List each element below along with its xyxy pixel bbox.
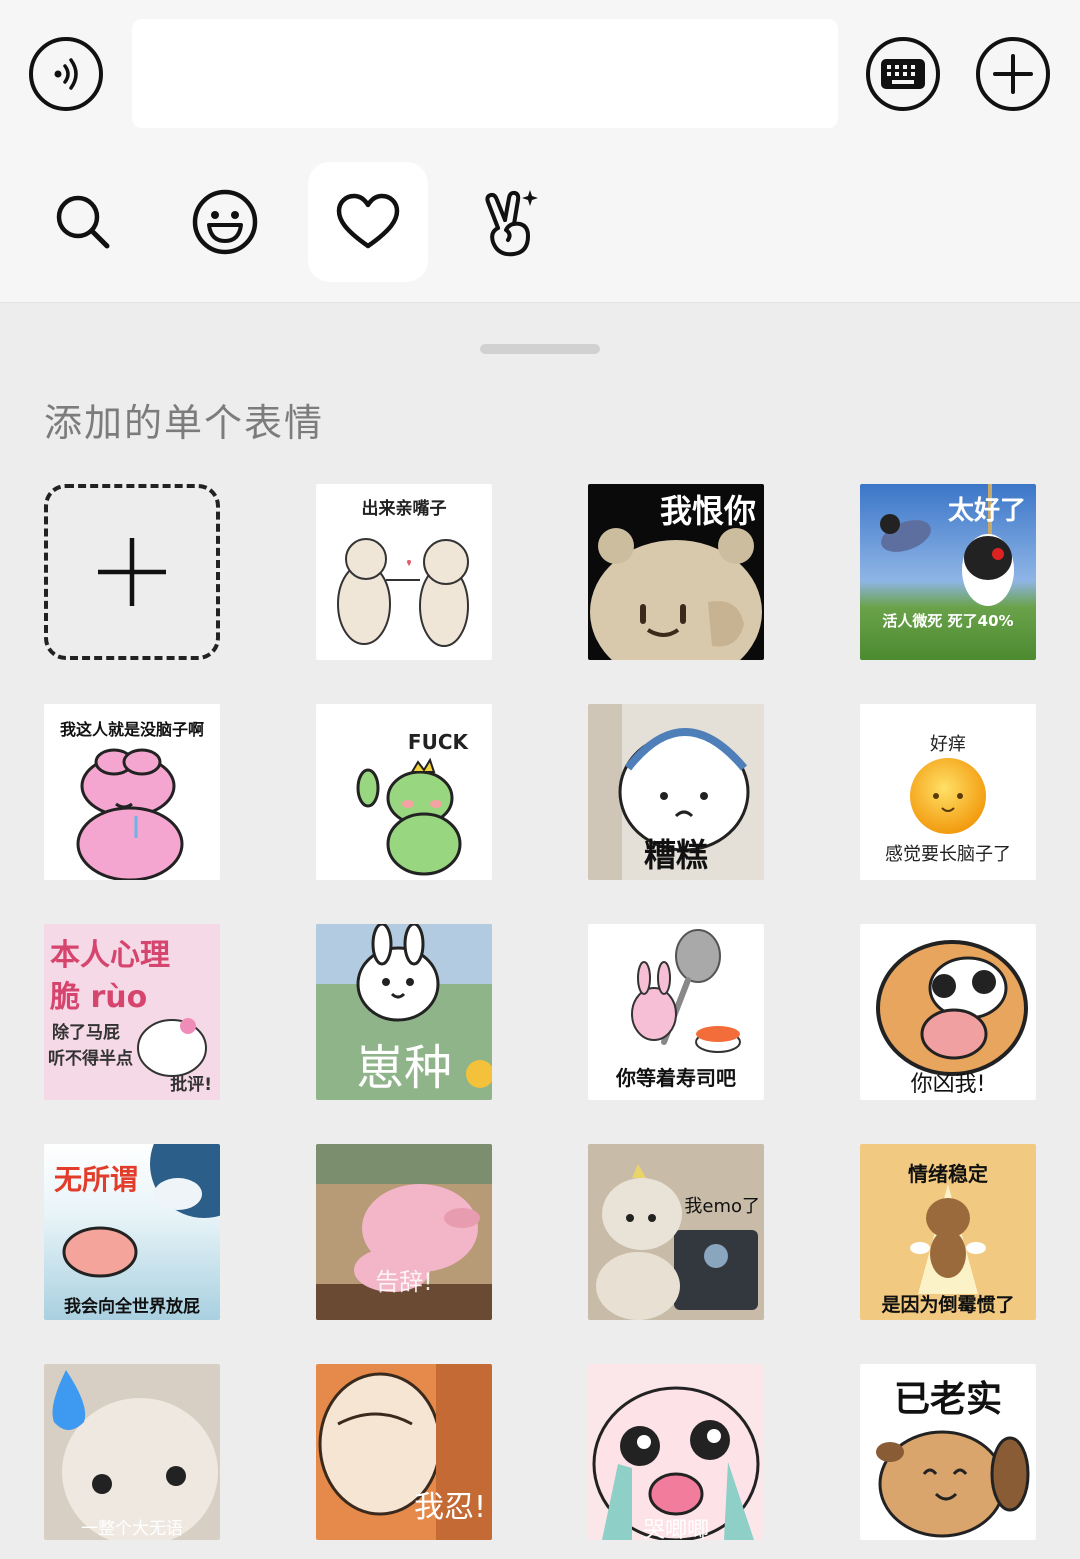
heart-icon [336,193,400,249]
sticker-caption: 你凶我! [910,1072,986,1097]
sticker-caption: 我emo了 [684,1196,760,1217]
voice-input-button[interactable] [29,37,103,111]
sticker-caption: FUCK [407,730,468,754]
sticker-caption: 无所谓 [54,1163,139,1196]
tab-emoji[interactable] [165,162,285,282]
sticker-no-brain[interactable]: 我这人就是没脑子啊 [44,704,220,880]
sticker-tab-bar [0,150,1080,303]
smiley-icon [192,189,258,255]
sticker-cry[interactable]: 哭唧唧 [588,1364,764,1540]
sticker-farewell[interactable]: 告辞! [316,1144,492,1320]
sticker-brat[interactable]: 崽种 [316,924,492,1100]
sticker-frog[interactable]: FUCK [316,704,492,880]
sticker-caption: 告辞! [375,1268,433,1296]
sticker-kiss[interactable]: 出来亲嘴子 [316,484,492,660]
voice-icon [54,58,78,90]
sticker-caption: 你等着寿司吧 [616,1066,736,1090]
plus-icon [993,54,1033,94]
tab-search[interactable] [23,162,143,282]
more-button[interactable] [976,37,1050,111]
sticker-caption-3: 除了马屁 [52,1023,120,1043]
sticker-caption: 崽种 [355,1040,452,1096]
sticker-speechless[interactable]: 一整个大无语 [44,1364,220,1540]
sticker-caption: 我恨你 [659,492,756,530]
sticker-caption: 我这人就是没脑子啊 [59,720,204,739]
sticker-caption: 已老实 [893,1379,1002,1420]
sticker-caption-5: 批评! [170,1075,212,1095]
sticker-caption: 一整个大无语 [81,1519,183,1539]
add-sticker-button[interactable] [44,484,220,660]
message-input[interactable] [132,19,838,128]
search-icon [56,195,110,249]
keyboard-icon [881,59,925,89]
sticker-caption: 我忍! [413,1490,486,1525]
sticker-emo[interactable]: 我emo了 [588,1144,764,1320]
sticker-obedient[interactable]: 已老实 [860,1364,1036,1540]
hand-gesture-icon [485,190,538,257]
sticker-caption: 糟糕 [643,836,708,874]
keyboard-button[interactable] [866,37,940,111]
sticker-caption-sub: 脆 rùo [50,980,148,1015]
drag-handle[interactable] [480,344,600,354]
sticker-endure[interactable]: 我忍! [316,1364,492,1540]
tab-gesture[interactable] [451,162,571,282]
sticker-panel: 添加的单个表情 出来亲嘴子 我恨你 太好了 活人微死 死了40% 我这人就是没脑… [0,304,1080,1559]
sticker-great[interactable]: 太好了 活人微死 死了40% [860,484,1036,660]
input-bar [0,0,1080,150]
sticker-caption-sub: 是因为倒霉惯了 [881,1294,1015,1316]
sticker-caption-sub: 我会向全世界放屁 [64,1297,200,1317]
section-title: 添加的单个表情 [44,401,325,445]
sticker-caption: 出来亲嘴子 [361,499,447,519]
plus-icon [98,538,166,606]
sticker-sushi[interactable]: 你等着寿司吧 [588,924,764,1100]
sticker-caption-sub: 感觉要长脑子了 [885,844,1011,865]
sticker-i-hate-you[interactable]: 我恨你 [588,484,764,660]
sticker-caption: 哭唧唧 [642,1518,709,1540]
sticker-caption: 情绪稳定 [908,1162,988,1186]
sticker-caption: 本人心理 [50,938,170,973]
sticker-caption: 好痒 [930,734,966,755]
sticker-youre-mean[interactable]: 你凶我! [860,924,1036,1100]
tab-favorites[interactable] [308,162,428,282]
sticker-caption-sub: 活人微死 死了40% [882,612,1014,630]
sticker-caption-4: 听不得半点 [48,1049,133,1069]
sticker-caption: 太好了 [947,496,1026,526]
sticker-itchy[interactable]: 好痒 感觉要长脑子了 [860,704,1036,880]
sticker-whatever[interactable]: 无所谓 我会向全世界放屁 [44,1144,220,1320]
sticker-uh-oh[interactable]: 糟糕 [588,704,764,880]
sticker-calm[interactable]: 情绪稳定 是因为倒霉惯了 [860,1144,1036,1320]
sticker-fragile[interactable]: 本人心理 脆 rùo 除了马屁 听不得半点 批评! [44,924,220,1100]
